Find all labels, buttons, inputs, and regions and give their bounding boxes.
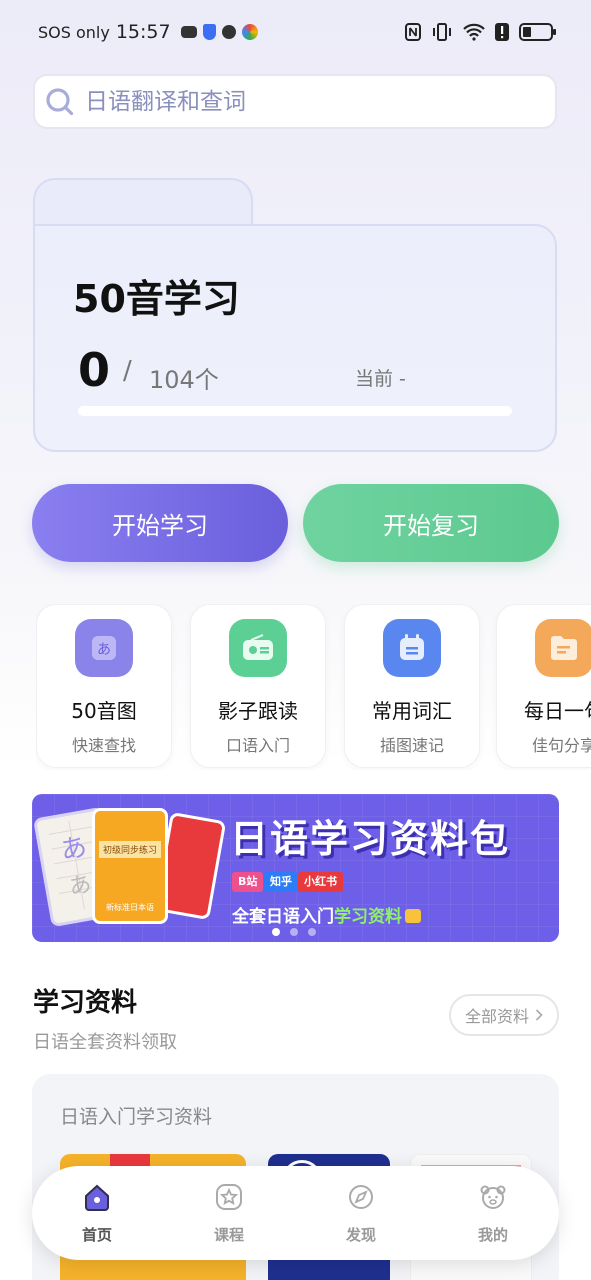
tab-label: 首页 (81, 1226, 112, 1244)
materials-card-title: 日语入门学习资料 (60, 1106, 213, 1128)
tool-name: 50音图 (71, 699, 137, 723)
carousel-dot[interactable] (308, 928, 316, 936)
banner-title: 日语学习资料包 (230, 817, 511, 861)
tool-subtitle: 快速查找 (71, 736, 136, 755)
tool-subtitle: 插图速记 (379, 736, 444, 755)
tag-zhihu: 知乎 (264, 872, 298, 892)
star-icon (214, 1182, 244, 1212)
tab-courses[interactable]: 课程 (189, 1182, 269, 1245)
book-subtitle: 新标准日本语 (106, 903, 154, 912)
game-icon (180, 26, 197, 38)
bottom-tab-bar: 首页 课程 发现 我的 (32, 1166, 559, 1260)
current-kana: 当前 - (355, 368, 406, 390)
total-count: 104个 (149, 366, 219, 394)
svg-text:あ: あ (67, 872, 93, 900)
tool-name: 每日一句 (524, 699, 591, 723)
tool-kana-chart[interactable]: あ 50音图 快速查找 (36, 604, 172, 768)
calendar-icon (383, 619, 441, 677)
banner-subtitle-prefix: 全套日语入门 (232, 907, 334, 927)
status-bar: SOS only 15:57 (0, 0, 591, 64)
svg-text:あ: あ (58, 832, 89, 866)
section-title: 学习资料 (33, 988, 138, 1018)
carousel-dot[interactable] (272, 928, 280, 936)
alert-icon (495, 23, 509, 41)
svg-text:あ: あ (97, 642, 111, 658)
tab-home[interactable]: 首页 (57, 1182, 137, 1245)
tag-bilibili: B站 (232, 872, 264, 892)
carousel-dots (272, 928, 316, 936)
carrier-text: SOS only (38, 22, 110, 42)
all-materials-label: 全部资料 (464, 1007, 529, 1026)
nfc-icon (405, 23, 421, 41)
tool-shadowing[interactable]: 影子跟读 口语入门 (190, 604, 326, 768)
tab-profile[interactable]: 我的 (453, 1182, 533, 1245)
bear-icon (478, 1182, 508, 1212)
tab-discover[interactable]: 发现 (321, 1182, 401, 1245)
folder-icon (535, 619, 591, 677)
battery-icon (519, 23, 556, 41)
progress-bar (78, 406, 512, 416)
tab-label: 我的 (477, 1226, 508, 1244)
card-title: 50音学习 (73, 277, 240, 321)
tool-shortcuts: あ 50音图 快速查找 影子跟读 口语入门 常用词汇 插图速记 每日一句 佳句分… (36, 604, 591, 770)
search-input[interactable] (85, 88, 505, 115)
tab-label: 发现 (345, 1226, 376, 1244)
start-study-button[interactable]: 开始学习 (32, 484, 288, 562)
start-review-button[interactable]: 开始复习 (303, 484, 559, 562)
card-body (33, 224, 557, 452)
tool-subtitle: 佳句分享 (531, 736, 591, 755)
tool-name: 影子跟读 (218, 699, 298, 723)
carousel-dot[interactable] (290, 928, 298, 936)
clock: 15:57 (115, 21, 171, 43)
kana-progress-card[interactable]: 50音学习 0 / 104个 当前 - (33, 178, 557, 452)
search-icon (46, 87, 74, 115)
compass-icon (346, 1182, 376, 1212)
wifi-icon (463, 23, 485, 41)
study-book-image: 初级同步练习 新标准日本语 (92, 808, 168, 924)
learned-count: 0 (78, 343, 111, 397)
all-materials-button[interactable]: 全部资料 (449, 994, 559, 1036)
banner-subtitle: 全套日语入门学习资料 (232, 902, 421, 927)
tool-daily-sentence[interactable]: 每日一句 佳句分享 (496, 604, 591, 768)
shield-icon (202, 24, 216, 40)
search-bar[interactable] (33, 74, 557, 129)
close-badge-icon (221, 25, 236, 39)
book-title: 初级同步练习 (99, 841, 161, 858)
tool-subtitle: 口语入门 (225, 736, 290, 755)
banner-subtitle-highlight: 学习资料 (334, 907, 402, 927)
promo-banner[interactable]: ああ 初级同步练习 新标准日本语 日语学习资料包 B站 知乎 小红书 全套日语入… (32, 794, 559, 942)
tab-label: 课程 (213, 1226, 244, 1244)
chevron-right-icon (535, 1009, 543, 1021)
tool-name: 常用词汇 (372, 699, 452, 723)
tag-xiaohongshu: 小红书 (298, 872, 343, 892)
vibrate-icon (433, 23, 451, 41)
radio-icon (229, 619, 287, 677)
count-separator: / (123, 356, 132, 386)
kana-icon: あ (75, 619, 133, 677)
thumbs-up-icon (405, 909, 421, 923)
app-badge-icon (241, 24, 258, 40)
tool-vocabulary[interactable]: 常用词汇 插图速记 (344, 604, 480, 768)
section-subtitle: 日语全套资料领取 (33, 1032, 177, 1053)
home-icon (82, 1182, 112, 1212)
